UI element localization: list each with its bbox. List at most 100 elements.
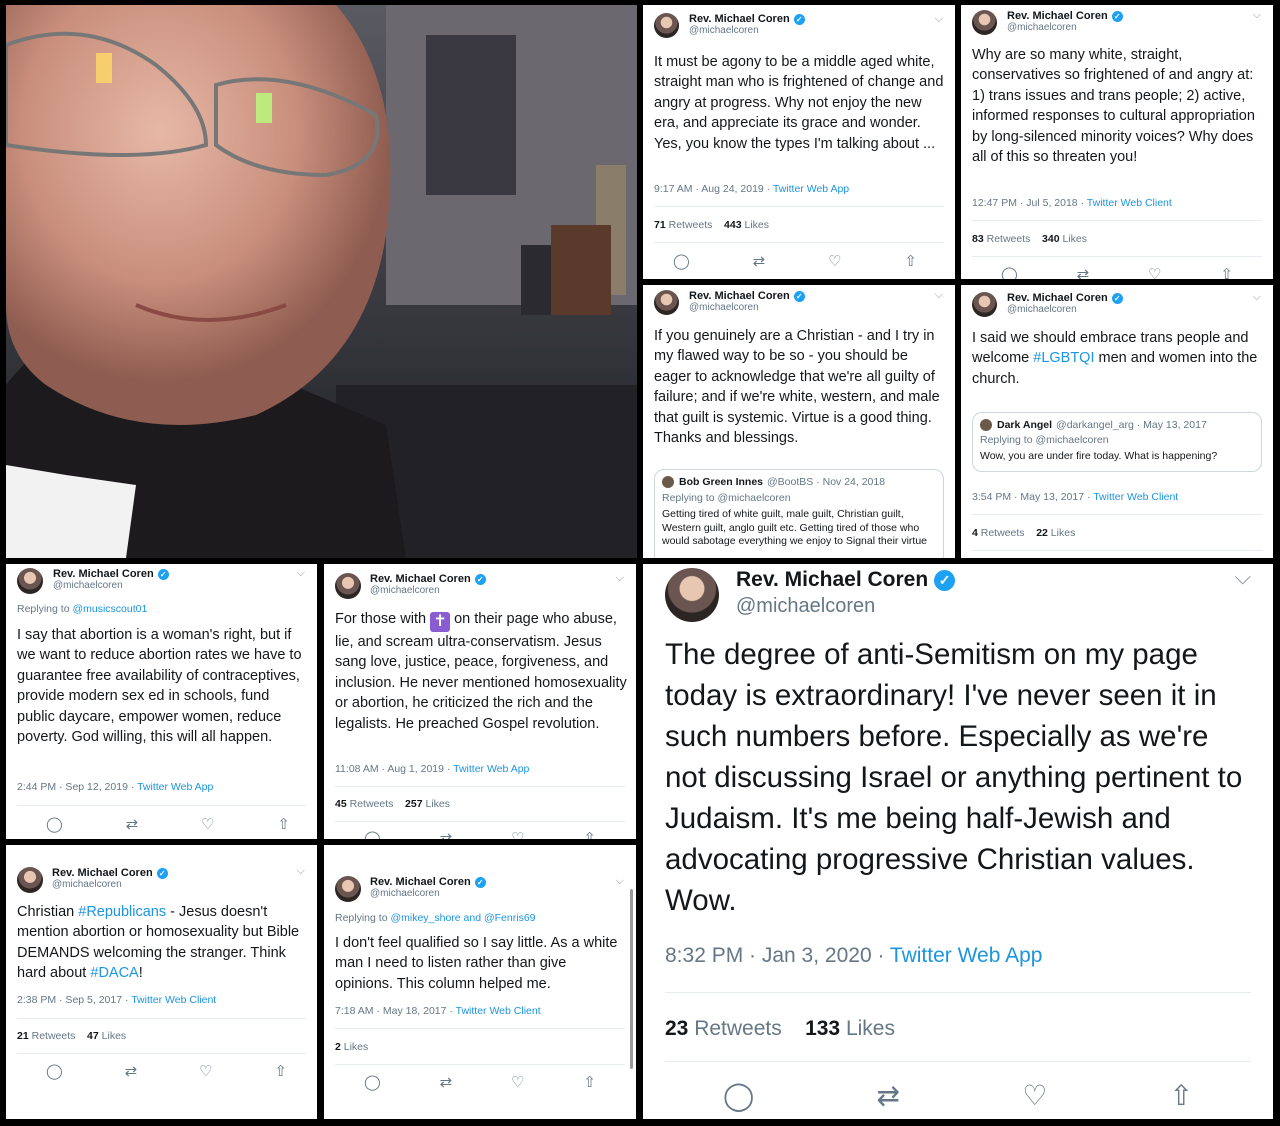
retweet-icon[interactable]: ⇄ [753, 252, 766, 270]
share-icon[interactable]: ⇧ [1220, 265, 1233, 279]
author-handle[interactable]: @michaelcoren [736, 595, 955, 618]
share-icon[interactable]: ⇧ [277, 815, 290, 833]
share-icon[interactable]: ⇧ [583, 1073, 596, 1091]
chevron-down-icon[interactable]: ⌵ [1253, 9, 1261, 22]
author-handle[interactable]: @michaelcoren [689, 25, 805, 36]
reply-icon[interactable]: ◯ [364, 829, 381, 839]
client-link[interactable]: Twitter Web Client [1093, 491, 1178, 503]
hashtag-link[interactable]: #Republicans [78, 904, 166, 920]
retweet-icon[interactable]: ⇄ [440, 1073, 453, 1091]
retweet-icon[interactable]: ⇄ [440, 829, 453, 839]
client-link[interactable]: Twitter Web App [890, 944, 1043, 967]
author-handle[interactable]: @michaelcoren [370, 888, 486, 899]
retweet-icon[interactable]: ⇄ [126, 815, 139, 833]
tweet-stats[interactable]: 71 Retweets 443 Likes [654, 219, 769, 231]
tweet-stats[interactable]: 4 Retweets 22 Likes [972, 527, 1075, 539]
tweet-stats[interactable]: 45 Retweets 257 Likes [335, 798, 450, 810]
author-handle[interactable]: @michaelcoren [1007, 22, 1123, 33]
client-link[interactable]: Twitter Web Client [131, 994, 216, 1006]
avatar[interactable] [654, 13, 679, 38]
chevron-down-icon[interactable]: ⌵ [616, 572, 624, 585]
chevron-down-icon[interactable]: ⌵ [935, 13, 943, 26]
like-icon[interactable]: ♡ [511, 829, 524, 839]
tweet-stats[interactable]: 83 Retweets 340 Likes [972, 233, 1087, 245]
reply-to-link[interactable]: @musicscout01 [72, 603, 147, 615]
author-name[interactable]: Rev. Michael Coren [370, 876, 471, 888]
retweet-count: 23 [665, 1017, 689, 1040]
author-handle[interactable]: @michaelcoren [689, 302, 805, 313]
like-icon[interactable]: ♡ [1148, 265, 1161, 279]
quoted-text: Getting tired of white guilt, male guilt… [662, 508, 927, 547]
chevron-down-icon[interactable]: ⌵ [1234, 564, 1251, 590]
client-link[interactable]: Twitter Web Client [456, 1005, 541, 1017]
avatar[interactable] [972, 10, 997, 35]
author-handle[interactable]: @michaelcoren [370, 585, 486, 596]
like-icon[interactable]: ♡ [199, 1062, 212, 1080]
quoted-tweet[interactable]: Bob Green Innes @BootBS · Nov 24, 2018 Re… [654, 469, 944, 558]
avatar[interactable] [654, 290, 679, 315]
reply-icon[interactable]: ◯ [364, 1073, 381, 1091]
client-link[interactable]: Twitter Web Client [1087, 197, 1172, 209]
like-icon[interactable]: ♡ [1022, 1079, 1047, 1112]
author-name[interactable]: Rev. Michael Coren [689, 290, 790, 302]
reply-icon[interactable]: ◯ [46, 815, 63, 833]
author-handle[interactable]: @michaelcoren [1007, 304, 1123, 315]
author-handle[interactable]: @michaelcoren [53, 580, 169, 591]
reply-icon[interactable]: ◯ [1001, 265, 1018, 279]
tweet-card-9[interactable]: Rev. Michael Coren ✓ @michaelcoren ⌵ The … [643, 564, 1273, 1119]
retweet-icon[interactable]: ⇄ [877, 1079, 900, 1112]
author-name[interactable]: Rev. Michael Coren [736, 568, 928, 592]
chevron-down-icon[interactable]: ⌵ [297, 865, 305, 878]
author-name[interactable]: Rev. Michael Coren [1007, 10, 1108, 22]
avatar[interactable] [17, 568, 43, 594]
like-icon[interactable]: ♡ [511, 1073, 524, 1091]
retweet-icon[interactable]: ⇄ [1077, 265, 1090, 279]
author-name[interactable]: Rev. Michael Coren [1007, 292, 1108, 304]
tweet-card-7[interactable]: Rev. Michael Coren ✓ @michaelcoren ⌵ Chri… [6, 845, 317, 1119]
like-icon[interactable]: ♡ [201, 815, 214, 833]
reply-icon[interactable]: ◯ [723, 1079, 754, 1112]
share-icon[interactable]: ⇧ [1170, 1079, 1193, 1112]
client-link[interactable]: Twitter Web App [773, 183, 849, 195]
client-link[interactable]: Twitter Web App [453, 763, 529, 775]
share-icon[interactable]: ⇧ [583, 829, 596, 839]
tweet-card-4[interactable]: Rev. Michael Coren ✓ @michaelcoren ⌵ I sa… [961, 285, 1273, 558]
tweet-card-3[interactable]: Rev. Michael Coren ✓ @michaelcoren ⌵ If y… [643, 285, 955, 558]
reply-icon[interactable]: ◯ [673, 252, 690, 270]
hashtag-link[interactable]: #DACA [90, 965, 138, 981]
hashtag-link[interactable]: #LGBTQI [1033, 350, 1094, 366]
like-count: 133 [805, 1017, 841, 1040]
tweet-card-2[interactable]: Rev. Michael Coren ✓ @michaelcoren ⌵ Why … [961, 5, 1273, 279]
tweet-text: For those with ✝ on their page who abuse… [335, 611, 627, 732]
tweet-stats[interactable]: 23 Retweets 133 Likes [665, 1017, 895, 1041]
reply-icon[interactable]: ◯ [46, 1062, 63, 1080]
author-name[interactable]: Rev. Michael Coren [689, 13, 790, 25]
author-handle[interactable]: @michaelcoren [52, 879, 168, 890]
avatar[interactable] [335, 573, 361, 599]
reply-to-link[interactable]: @mikey_shore and @Fenris69 [390, 912, 535, 924]
tweet-card-8[interactable]: Rev. Michael Coren ✓ @michaelcoren ⌵ Repl… [324, 845, 636, 1119]
tweet-stats[interactable]: 2 Likes [335, 1041, 368, 1053]
tweet-card-6[interactable]: Rev. Michael Coren ✓ @michaelcoren ⌵ For … [324, 564, 636, 839]
share-icon[interactable]: ⇧ [904, 252, 917, 270]
share-icon[interactable]: ⇧ [274, 1062, 287, 1080]
author-name[interactable]: Rev. Michael Coren [53, 568, 154, 580]
tweet-stats[interactable]: 21 Retweets 47 Likes [17, 1030, 126, 1042]
tweet-card-5[interactable]: Rev. Michael Coren ✓ @michaelcoren ⌵ Repl… [6, 564, 317, 839]
chevron-down-icon[interactable]: ⌵ [935, 289, 943, 302]
tweet-card-1[interactable]: Rev. Michael Coren ✓ @michaelcoren ⌵ It m… [643, 5, 955, 279]
author-name[interactable]: Rev. Michael Coren [370, 573, 471, 585]
chevron-down-icon[interactable]: ⌵ [1253, 291, 1261, 304]
client-link[interactable]: Twitter Web App [137, 781, 213, 793]
avatar[interactable] [972, 292, 997, 317]
chevron-down-icon[interactable]: ⌵ [616, 875, 624, 888]
scrollbar[interactable] [630, 889, 633, 1069]
avatar[interactable] [17, 867, 43, 893]
retweet-icon[interactable]: ⇄ [125, 1062, 138, 1080]
chevron-down-icon[interactable]: ⌵ [297, 567, 305, 580]
like-icon[interactable]: ♡ [828, 252, 841, 270]
author-name[interactable]: Rev. Michael Coren [52, 867, 153, 879]
avatar[interactable] [665, 568, 719, 622]
quoted-tweet[interactable]: Dark Angel @darkangel_arg · May 13, 2017 … [972, 412, 1262, 472]
avatar[interactable] [335, 876, 361, 902]
